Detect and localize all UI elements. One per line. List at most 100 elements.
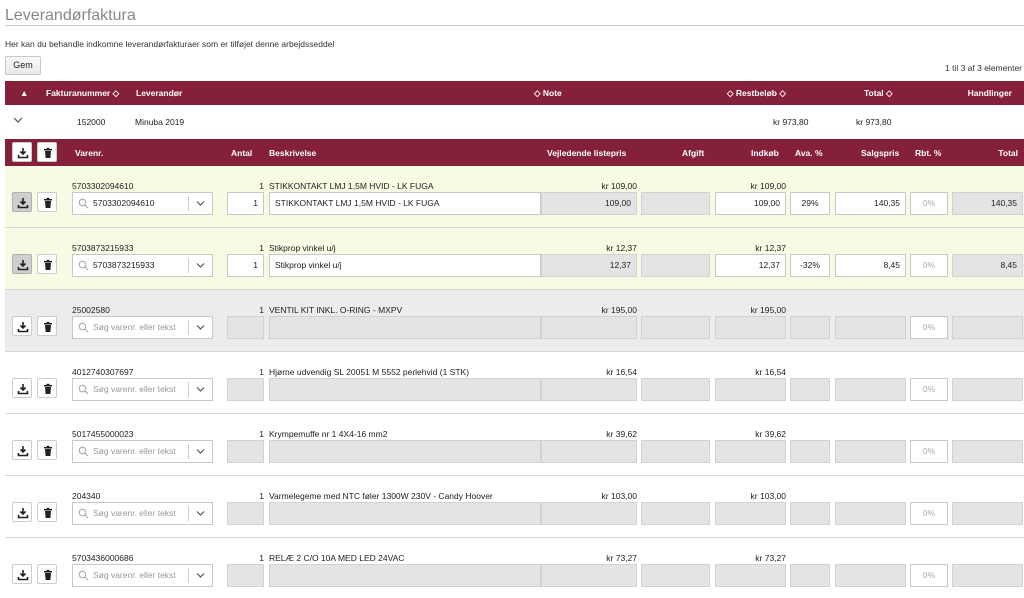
col-invoice-number[interactable]: Fakturanummer ◇ — [46, 88, 119, 99]
col-note[interactable]: ◇ Note — [534, 88, 562, 99]
delete-line-button[interactable] — [37, 378, 57, 398]
description-field[interactable] — [269, 564, 541, 587]
markup-field[interactable] — [790, 564, 830, 587]
trash-icon — [44, 383, 52, 394]
description-field[interactable] — [269, 316, 541, 339]
item-search-select[interactable]: 5703873215933 — [72, 254, 213, 277]
markup-field[interactable]: -32% — [790, 254, 830, 277]
markup-field[interactable] — [790, 316, 830, 339]
sale-price-field[interactable] — [835, 378, 906, 401]
line-item-no: 204340 — [72, 491, 101, 501]
sale-price-field[interactable] — [835, 564, 906, 587]
discount-field[interactable]: 0% — [910, 192, 948, 215]
col-supplier[interactable]: Leverandør — [136, 88, 182, 98]
markup-field[interactable]: 29% — [790, 192, 830, 215]
discount-field[interactable]: 0% — [910, 502, 948, 525]
purchase-field[interactable] — [715, 502, 786, 525]
trash-icon — [44, 321, 52, 332]
description-field[interactable]: Stikprop vinkel u/j — [269, 254, 541, 277]
save-button[interactable]: Gem — [5, 56, 41, 75]
line-purchase: kr 12,37 — [755, 243, 786, 253]
markup-field[interactable] — [790, 502, 830, 525]
col-list-price: Vejledende listepris — [547, 148, 627, 158]
purchase-field[interactable]: 109,00 — [715, 192, 786, 215]
lines-table-header: Varenr. Antal Beskrivelse Vejledende lis… — [5, 139, 1024, 166]
sale-price-field[interactable] — [835, 502, 906, 525]
description-field[interactable] — [269, 502, 541, 525]
line-description: Hjørne udvendig SL 20051 M 5552 perlehvi… — [269, 367, 470, 377]
delete-line-button[interactable] — [37, 316, 57, 336]
item-search-select[interactable]: Søg varenr. eller tekst — [72, 378, 213, 401]
description-field[interactable] — [269, 440, 541, 463]
col-remaining[interactable]: ◇ Restbeløb ◇ — [727, 88, 786, 99]
delete-all-button[interactable] — [37, 142, 57, 162]
description-field[interactable] — [269, 378, 541, 401]
purchase-field[interactable]: 12,37 — [715, 254, 786, 277]
line-list-price: kr 73,27 — [606, 553, 637, 563]
discount-field[interactable]: 0% — [910, 254, 948, 277]
chevron-down-icon — [196, 387, 205, 392]
qty-field[interactable] — [227, 440, 264, 463]
import-line-button[interactable] — [12, 192, 32, 212]
purchase-field[interactable] — [715, 440, 786, 463]
purchase-field[interactable] — [715, 378, 786, 401]
purchase-field[interactable] — [715, 316, 786, 339]
item-search-select[interactable]: Søg varenr. eller tekst — [72, 502, 213, 525]
col-description: Beskrivelse — [269, 148, 317, 158]
import-line-button[interactable] — [12, 502, 32, 522]
invoice-table-header: ▲ Fakturanummer ◇ Leverandør ◇ Note ◇ Re… — [5, 81, 1024, 105]
qty-field[interactable] — [227, 378, 264, 401]
markup-field[interactable] — [790, 378, 830, 401]
discount-field[interactable]: 0% — [910, 378, 948, 401]
sale-price-field[interactable] — [835, 316, 906, 339]
import-all-button[interactable] — [12, 142, 32, 162]
chevron-down-icon — [196, 511, 205, 516]
line-description: Varmelegeme med NTC føler 1300W 230V - C… — [269, 491, 493, 501]
sale-price-field[interactable]: 140,35 — [835, 192, 906, 215]
delete-line-button[interactable] — [37, 440, 57, 460]
search-icon — [78, 446, 89, 457]
download-icon — [17, 508, 29, 519]
purchase-field[interactable] — [715, 564, 786, 587]
delete-line-button[interactable] — [37, 254, 57, 274]
qty-field[interactable] — [227, 564, 264, 587]
item-search-select[interactable]: Søg varenr. eller tekst — [72, 564, 213, 587]
sale-price-field[interactable]: 8,45 — [835, 254, 906, 277]
qty-field[interactable] — [227, 502, 264, 525]
discount-field[interactable]: 0% — [910, 316, 948, 339]
item-search-select[interactable]: Søg varenr. eller tekst — [72, 316, 213, 339]
sort-indicator[interactable]: ▲ — [20, 88, 28, 98]
import-line-button[interactable] — [12, 316, 32, 336]
search-icon — [78, 384, 89, 395]
item-search-select[interactable]: Søg varenr. eller tekst — [72, 440, 213, 463]
import-line-button[interactable] — [12, 254, 32, 274]
markup-field[interactable] — [790, 440, 830, 463]
description-field[interactable]: STIKKONTAKT LMJ 1,5M HVID - LK FUGA — [269, 192, 541, 215]
delete-line-button[interactable] — [37, 192, 57, 212]
invoice-line-row: 204340 1 Varmelegeme med NTC føler 1300W… — [5, 476, 1024, 538]
invoice-row[interactable]: 152000 Minuba 2019 kr 973,80 kr 973,80 — [5, 105, 1024, 139]
import-line-button[interactable] — [12, 564, 32, 584]
qty-field[interactable]: 1 — [227, 254, 264, 277]
line-qty: 1 — [259, 553, 264, 563]
chevron-down-icon[interactable] — [13, 115, 23, 127]
list-price-field — [541, 316, 637, 339]
item-search-select[interactable]: 5703302094610 — [72, 192, 213, 215]
qty-field[interactable] — [227, 316, 264, 339]
sale-price-field[interactable] — [835, 440, 906, 463]
import-line-button[interactable] — [12, 440, 32, 460]
col-total[interactable]: Total ◇ — [864, 88, 893, 99]
discount-field[interactable]: 0% — [910, 564, 948, 587]
qty-field[interactable]: 1 — [227, 192, 264, 215]
line-qty: 1 — [259, 367, 264, 377]
download-icon — [17, 260, 29, 271]
delete-line-button[interactable] — [37, 502, 57, 522]
import-line-button[interactable] — [12, 378, 32, 398]
line-list-price: kr 103,00 — [601, 491, 637, 501]
invoice-line-row: 5703302094610 1 STIKKONTAKT LMJ 1,5M HVI… — [5, 166, 1024, 228]
search-icon — [78, 260, 89, 271]
discount-field[interactable]: 0% — [910, 440, 948, 463]
fee-field — [641, 440, 710, 463]
delete-line-button[interactable] — [37, 564, 57, 584]
line-qty: 1 — [259, 429, 264, 439]
